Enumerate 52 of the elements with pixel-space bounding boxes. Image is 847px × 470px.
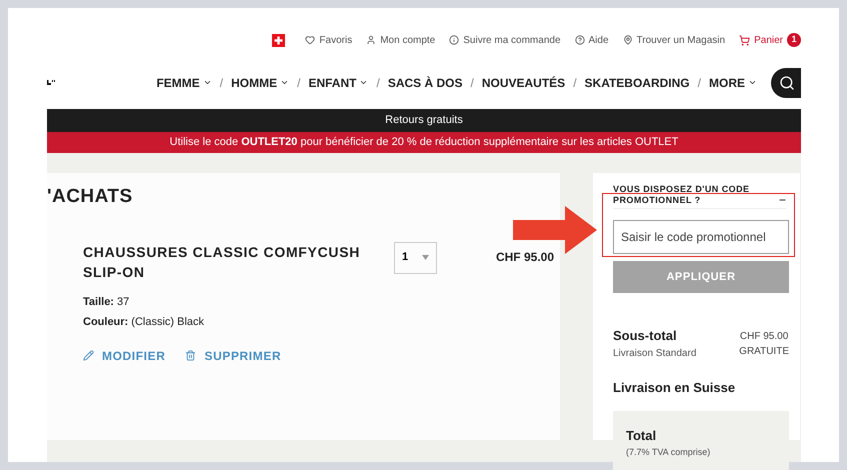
- pin-icon: [622, 35, 633, 45]
- subtotal-value: CHF 95.00: [740, 330, 788, 344]
- product-attribute: Taille: 37: [83, 294, 130, 310]
- nav-item[interactable]: SACS À DOS: [388, 74, 462, 92]
- info-icon: [449, 35, 460, 45]
- nav-separator: /: [220, 74, 224, 92]
- nav-item[interactable]: SKATEBOARDING: [584, 74, 690, 92]
- user-icon: [366, 35, 376, 45]
- nav-separator: /: [376, 74, 380, 92]
- nav-separator: /: [297, 74, 300, 92]
- shipping-label: Livraison Standard: [613, 346, 696, 360]
- cart-icon: [739, 34, 750, 46]
- product-price: CHF 95.00: [496, 248, 554, 266]
- trash-icon: [185, 350, 196, 361]
- arrow-icon: [513, 206, 597, 254]
- shipping-region: Livraison en Suisse: [613, 378, 736, 396]
- product-name: CHAUSSURES CLASSIC COMFYCUSH SLIP-ON: [83, 242, 362, 282]
- nav-item[interactable]: HOMME: [231, 74, 290, 92]
- utility-link[interactable]: Trouver un Magasin: [622, 32, 726, 48]
- flag-icon[interactable]: [272, 34, 286, 46]
- promo-code-field[interactable]: Saisir le code promotionnel: [613, 220, 789, 254]
- subtotal-label: Sous-total: [613, 327, 678, 345]
- utility-link[interactable]: Favoris: [305, 32, 352, 48]
- nav-item[interactable]: ENFANT: [308, 74, 368, 92]
- caret-icon: [422, 255, 429, 260]
- nav-separator: /: [573, 74, 577, 92]
- total-label: Total: [626, 427, 658, 445]
- info-banner: Retours gratuits: [47, 109, 801, 132]
- quantity-select[interactable]: 1: [394, 242, 437, 274]
- cart-link[interactable]: Panier 1: [739, 32, 801, 48]
- cart-count: 1: [787, 33, 801, 47]
- shipping-value: GRATUITE: [739, 345, 789, 359]
- search-button[interactable]: [771, 68, 801, 98]
- nav-item[interactable]: MORE: [709, 74, 757, 92]
- search-icon: [779, 74, 795, 90]
- nav-item[interactable]: NOUVEAUTÉS: [482, 74, 566, 92]
- help-icon: [574, 35, 585, 45]
- logo-icon: [47, 80, 55, 86]
- page-title: 'ACHATS: [47, 185, 134, 209]
- nav-item[interactable]: FEMME: [156, 74, 212, 92]
- nav-separator: /: [470, 74, 474, 92]
- promo-banner: Utilise le code OUTLET20 pour bénéficier de 20 % de réduction supplémentaire sur les articles OUTLET: [47, 132, 801, 153]
- pencil-icon: [83, 350, 94, 361]
- total-note: (7.7% TVA comprise): [626, 446, 712, 459]
- heart-icon: [305, 35, 316, 45]
- nav-separator: /: [698, 74, 701, 92]
- utility-link[interactable]: Suivre ma commande: [449, 32, 561, 48]
- promo-heading: VOUS DISPOSEZ D'UN CODE PROMOTIONNEL ?: [613, 184, 751, 206]
- product-attribute: Couleur: (Classic) Black: [83, 315, 206, 330]
- utility-link[interactable]: Mon compte: [366, 32, 436, 48]
- collapse-toggle[interactable]: −: [778, 194, 786, 206]
- utility-link[interactable]: Aide: [574, 32, 609, 48]
